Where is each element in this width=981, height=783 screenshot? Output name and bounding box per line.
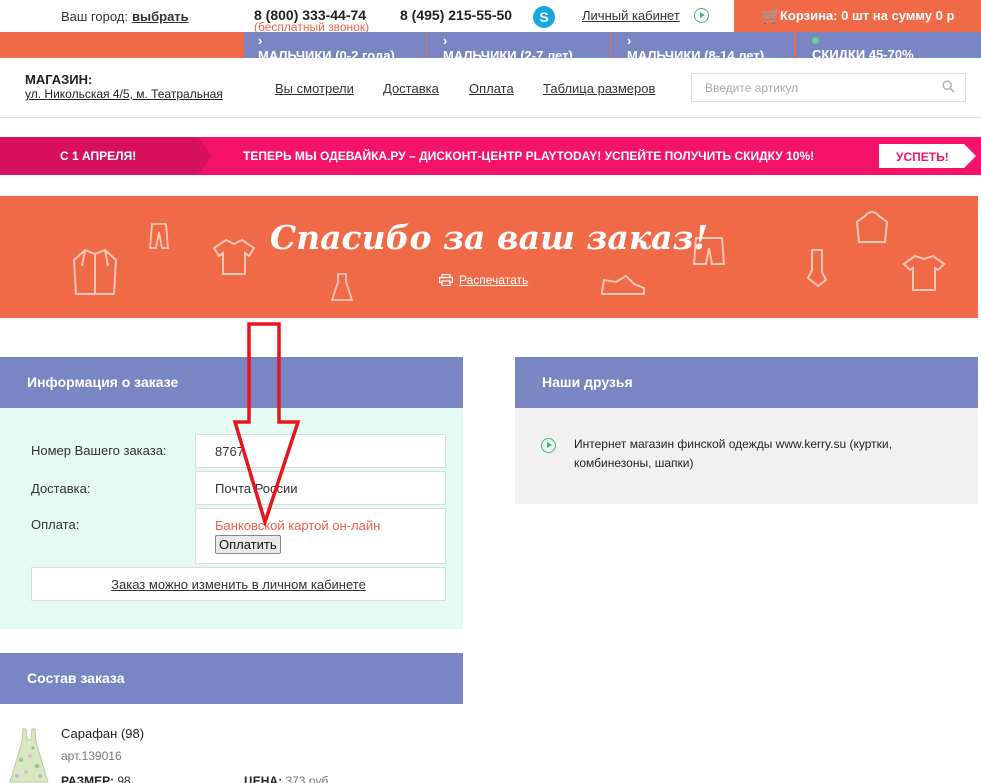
promo-banner: С 1 АПРЕЛЯ! ТЕПЕРЬ МЫ ОДЕВАЙКА.РУ – ДИСК… [0,137,981,175]
payment-label: Оплата: [31,517,80,532]
delivery-label: Доставка: [31,481,91,496]
link-size-table[interactable]: Таблица размеров [543,81,655,96]
cart-icon: 🛒 [762,8,781,25]
nav-tab-label: МАЛЬЧИКИ (2-7 лет) [443,48,573,59]
store-label: МАГАЗИН: [25,72,93,87]
city-selector: Ваш город: выбрать [61,9,189,24]
personal-cabinet-link[interactable]: Личный кабинет [582,8,680,23]
chevron-right-icon: › [443,33,448,48]
price-value: 373 руб [285,774,329,783]
nav-tab-boys-8-14[interactable]: › МАЛЬЧИКИ (8-14 лет) [611,32,794,58]
link-delivery[interactable]: Доставка [383,81,439,96]
item-size: РАЗМЕР: 98 [61,774,131,783]
arrow-circle-icon [541,438,556,453]
cart-summary: Корзина: 0 шт на сумму 0 р [780,8,955,23]
skype-icon[interactable]: S [533,6,555,28]
top-bar: Ваш город: выбрать 8 (800) 333-44-74 (бес… [0,0,981,34]
chevron-right-icon: › [627,33,632,48]
nav-tab-label: МАЛЬЧИКИ (0-2 года) [258,48,395,59]
nav-tab-label: МАЛЬЧИКИ (8-14 лет) [627,48,765,59]
cart-button[interactable]: 🛒 Корзина: 0 шт на сумму 0 р [734,0,981,32]
sundress-thumbnail[interactable] [6,726,52,783]
nav-tab-boys-0-2[interactable]: › МАЛЬЧИКИ (0-2 года) [244,32,426,58]
promo-date: С 1 АПРЕЛЯ! [0,137,212,175]
item-price: ЦЕНА: 373 руб [244,774,328,783]
search-box [691,73,966,102]
arrow-circle-icon[interactable] [694,8,709,23]
print-link[interactable]: Распечатать [459,273,528,287]
printer-icon [439,274,453,286]
sneaker-icon [601,274,645,295]
link-payment[interactable]: Оплата [469,81,514,96]
promo-text: ТЕПЕРЬ МЫ ОДЕВАЙКА.РУ – ДИСКОНТ-ЦЕНТР PL… [243,149,815,163]
order-number-label: Номер Вашего заказа: [31,443,167,458]
link-viewed[interactable]: Вы смотрели [275,81,354,96]
friend-link-kerry[interactable]: Интернет магазин финской одежды www.kerr… [574,435,944,473]
change-order-link[interactable]: Заказ можно изменить в личном кабинете [31,567,446,601]
tshirt-icon [902,254,946,291]
city-label: Ваш город: [61,9,128,24]
chevron-right-icon: › [258,33,263,48]
thanks-banner: Спасибо за ваш заказ! Распечатать [0,196,978,318]
dress-icon [330,273,354,301]
composition-heading: Состав заказа [0,653,463,704]
phone-moscow: 8 (495) 215-55-50 [400,7,513,23]
size-value: 98 [117,774,131,783]
nav-tab-label: СКИДКИ 45-70% [812,47,914,59]
red-down-arrow-icon [232,322,301,526]
search-icon[interactable] [942,80,955,93]
store-row: МАГАЗИН: ул. Никольская 4/5, м. Театраль… [0,58,981,118]
nav-tab-sale[interactable]: СКИДКИ 45-70% [796,32,981,58]
nav-tab-boys-2-7[interactable]: › МАЛЬЧИКИ (2-7 лет) [427,32,610,58]
friends-heading: Наши друзья [515,357,978,408]
promo-button[interactable]: УСПЕТЬ! [879,144,976,168]
thanks-title: Спасибо за ваш заказ! [269,218,709,257]
green-dot-icon [812,37,819,44]
pay-button[interactable]: Оплатить [215,535,281,554]
item-name[interactable]: Сарафан (98) [61,726,144,741]
article-search-input[interactable] [692,74,932,101]
city-pick-link[interactable]: выбрать [132,9,189,24]
print-action[interactable]: Распечатать [439,273,528,287]
item-article: арт.139016 [61,749,122,763]
size-label: РАЗМЕР: [61,774,114,783]
price-label: ЦЕНА: [244,774,283,783]
store-address-link[interactable]: ул. Никольская 4/5, м. Театральная [25,87,223,101]
